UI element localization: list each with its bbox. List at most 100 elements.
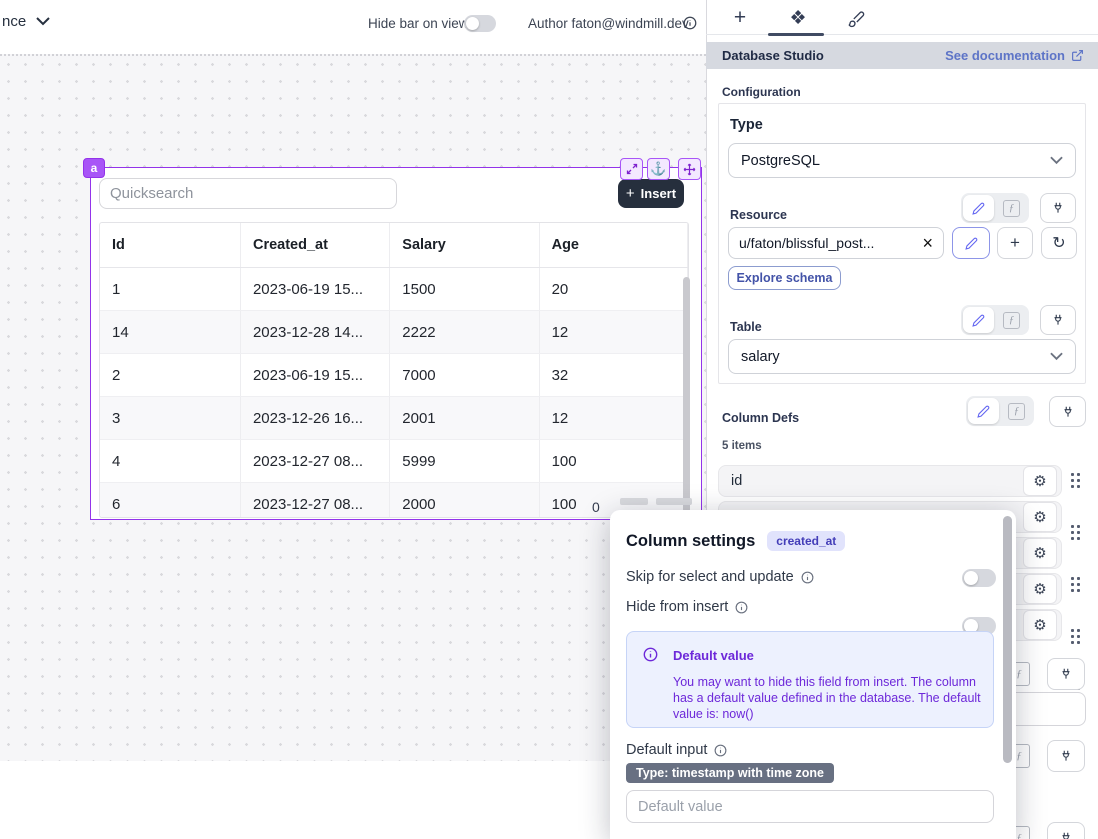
- default-input-label: Default input: [626, 742, 727, 758]
- tab-component-settings[interactable]: ❖: [786, 6, 810, 30]
- column-header[interactable]: Age: [540, 223, 688, 267]
- hide-bar-toggle[interactable]: [464, 15, 496, 32]
- paintbrush-icon: [847, 10, 865, 28]
- resource-label: Resource: [730, 208, 787, 222]
- info-icon: [735, 601, 748, 614]
- drag-handle-icon[interactable]: [1071, 473, 1080, 489]
- chevron-down-icon: [36, 17, 50, 26]
- type-select[interactable]: PostgreSQL: [728, 143, 1076, 178]
- connect-button[interactable]: [1047, 822, 1085, 839]
- column-settings-gear-button[interactable]: ⚙: [1023, 538, 1057, 568]
- component-id-badge: a: [83, 158, 105, 178]
- app-menu-dropdown[interactable]: nce: [2, 13, 50, 30]
- anchor-component-button[interactable]: ⚓: [647, 158, 670, 180]
- modal-title: Column settings: [626, 532, 755, 551]
- static-input-mode-button[interactable]: [963, 195, 994, 221]
- hide-bar-label: Hide bar on view: [368, 16, 469, 31]
- add-resource-button[interactable]: +: [997, 227, 1033, 259]
- components-icon: ❖: [789, 7, 806, 30]
- drag-handle-icon[interactable]: [1071, 577, 1080, 593]
- type-label: Type: [730, 117, 763, 133]
- drag-handle-icon[interactable]: [1071, 525, 1080, 541]
- refresh-icon: ↻: [1052, 233, 1065, 253]
- table-row[interactable]: 2 2023-06-19 15... 7000 32: [100, 354, 688, 397]
- component-type-title: Database Studio: [722, 48, 824, 63]
- refresh-resource-button[interactable]: ↻: [1041, 227, 1077, 259]
- data-table: Id Created_at Salary Age 1 2023-06-19 15…: [99, 222, 689, 518]
- column-settings-gear-button[interactable]: ⚙: [1023, 610, 1057, 640]
- explore-schema-button[interactable]: Explore schema: [728, 266, 841, 290]
- quicksearch-input[interactable]: [99, 178, 397, 209]
- tabs-divider: [706, 34, 1098, 35]
- gear-icon: ⚙: [1033, 508, 1046, 526]
- author-label: Author faton@windmill.dev: [528, 16, 689, 31]
- connect-button[interactable]: [1047, 740, 1085, 772]
- default-value-input[interactable]: [626, 790, 994, 823]
- column-settings-gear-button[interactable]: ⚙: [1023, 574, 1057, 604]
- column-settings-gear-button[interactable]: ⚙: [1023, 466, 1057, 496]
- pencil-icon: [965, 237, 978, 250]
- tab-styling[interactable]: [844, 7, 868, 31]
- insert-row-button[interactable]: + Insert: [618, 179, 684, 208]
- table-row[interactable]: 3 2023-12-26 16... 2001 12: [100, 397, 688, 440]
- column-header[interactable]: Salary: [390, 223, 539, 267]
- table-select[interactable]: salary: [728, 339, 1076, 374]
- column-defs-label: Column Defs: [722, 411, 799, 425]
- table-scrollbar[interactable]: [683, 277, 690, 513]
- expand-component-button[interactable]: [620, 158, 643, 180]
- active-tab-indicator: [768, 33, 824, 36]
- columndefs-input-mode-segment: ƒ: [966, 396, 1034, 426]
- column-settings-gear-button[interactable]: ⚙: [1023, 502, 1057, 532]
- connect-button[interactable]: [1047, 658, 1085, 690]
- expand-icon: [626, 163, 638, 175]
- info-icon: [714, 744, 727, 757]
- drag-handle-icon[interactable]: [1071, 629, 1080, 645]
- eval-input-mode-button[interactable]: ƒ: [1001, 398, 1032, 424]
- info-icon: [801, 571, 814, 584]
- obscured-text-fragment: [620, 498, 648, 505]
- skip-select-update-toggle[interactable]: [962, 569, 996, 587]
- top-bar: nce Hide bar on view Author faton@windmi…: [0, 0, 706, 54]
- clear-resource-icon[interactable]: ×: [922, 234, 933, 252]
- plus-icon: +: [1010, 233, 1020, 253]
- resource-value-input[interactable]: u/faton/blissful_post... ×: [728, 227, 944, 259]
- plug-icon: [1051, 313, 1065, 327]
- obscured-text-fragment: [656, 498, 692, 505]
- info-icon: [643, 647, 658, 662]
- move-component-button[interactable]: [678, 158, 701, 180]
- pencil-icon: [972, 202, 985, 215]
- anchor-icon: ⚓: [650, 161, 666, 177]
- gear-icon: ⚙: [1033, 616, 1046, 634]
- toggle-knob: [466, 17, 479, 30]
- table-connect-button[interactable]: [1040, 305, 1076, 335]
- column-header[interactable]: Id: [100, 223, 241, 267]
- pencil-icon: [977, 405, 990, 418]
- column-def-item[interactable]: id ⚙: [718, 465, 1062, 497]
- modal-scrollbar[interactable]: [1003, 516, 1012, 763]
- pagination-count: 0: [592, 499, 600, 515]
- table-row[interactable]: 14 2023-12-28 14... 2222 12: [100, 311, 688, 354]
- column-header[interactable]: Created_at: [241, 223, 390, 267]
- eval-input-mode-button[interactable]: ƒ: [996, 307, 1027, 333]
- columndefs-connect-button[interactable]: [1049, 396, 1086, 427]
- see-documentation-link[interactable]: See documentation: [945, 48, 1084, 63]
- table-row[interactable]: 1 2023-06-19 15... 1500 20: [100, 268, 688, 311]
- static-input-mode-button[interactable]: [963, 307, 994, 333]
- table-input-mode-segment: ƒ: [961, 305, 1029, 335]
- configuration-section-label: Configuration: [722, 85, 801, 99]
- edit-resource-button[interactable]: [952, 227, 990, 259]
- static-input-mode-button[interactable]: [968, 398, 999, 424]
- pencil-icon: [972, 314, 985, 327]
- component-type-header: Database Studio See documentation: [706, 42, 1098, 69]
- eval-input-mode-button[interactable]: ƒ: [996, 195, 1027, 221]
- resource-connect-button[interactable]: [1040, 193, 1076, 223]
- fx-icon: ƒ: [1003, 200, 1020, 217]
- plus-icon: +: [626, 185, 635, 202]
- table-row[interactable]: 4 2023-12-27 08... 5999 100: [100, 440, 688, 483]
- gear-icon: ⚙: [1033, 580, 1046, 598]
- fx-icon: ƒ: [1003, 312, 1020, 329]
- resource-input-mode-segment: ƒ: [961, 193, 1029, 223]
- plug-icon: [1059, 749, 1073, 763]
- column-type-badge: Type: timestamp with time zone: [626, 763, 834, 783]
- tab-insert-component[interactable]: +: [728, 6, 752, 30]
